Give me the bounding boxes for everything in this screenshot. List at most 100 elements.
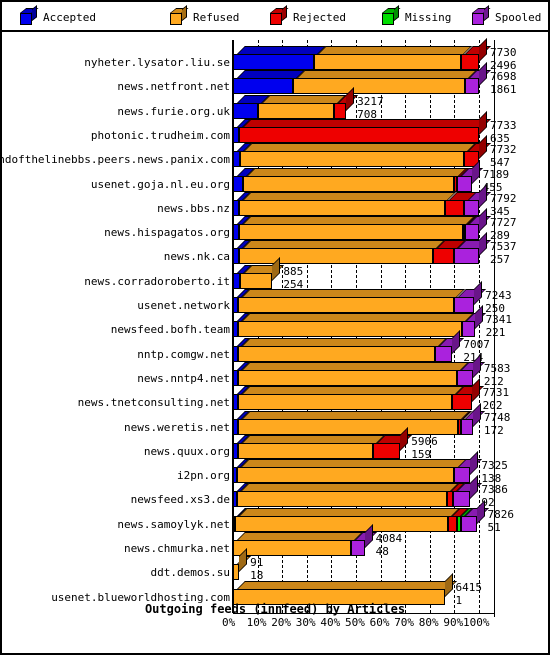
- bar-segment-rejected: [238, 126, 479, 143]
- bar-value-labels: 7727 289: [490, 217, 517, 241]
- bar-total-value: 7748: [483, 410, 511, 424]
- bar-segment-accepted: [233, 78, 293, 95]
- bar-segment-top: [237, 46, 327, 54]
- bar-value-labels: 7732 547: [490, 144, 517, 168]
- x-axis-tick: 90%: [443, 616, 464, 629]
- bar-secondary-value: 1861: [490, 83, 517, 97]
- bar-secondary-value: 51: [487, 520, 501, 534]
- bar-segment-refused: [237, 442, 374, 459]
- bar-segment-top: [243, 240, 446, 249]
- bar-segment-spooled: [454, 467, 471, 484]
- bar-segment-top: [242, 313, 475, 322]
- bar-value-labels: 91 18: [250, 557, 263, 581]
- x-axis-tick: 20%: [271, 616, 292, 629]
- bar-value-labels: 7792 345: [490, 193, 517, 217]
- bar-secondary-value: 92: [481, 496, 495, 510]
- bar-segment-refused: [238, 297, 454, 313]
- bar-value-labels: 7826 51: [488, 509, 515, 533]
- bar-segment-refused: [314, 54, 461, 70]
- bar-value-labels: 7583 212: [484, 363, 511, 387]
- bar-segment-top: [241, 434, 386, 443]
- y-axis-label: news.netfront.net: [117, 80, 230, 94]
- bar-segment-top: [241, 386, 464, 395]
- bar-segment-rejected: [460, 54, 479, 70]
- bar-segment-top: [246, 167, 467, 176]
- bar-segment-refused: [239, 199, 445, 216]
- bar-segment-top: [239, 507, 461, 516]
- legend-label: Missing: [405, 10, 452, 24]
- legend-item-spooled: Spooled: [472, 5, 541, 27]
- bar-total-value: 7007: [463, 337, 490, 351]
- bar-segment-side: [470, 451, 479, 476]
- bar-value-labels: 7731 202: [483, 387, 510, 411]
- bar-value-labels: 885 254: [283, 266, 303, 290]
- bar-segment-refused: [236, 491, 448, 508]
- bar-segment-top: [237, 70, 305, 79]
- x-axis-tick: 10%: [246, 616, 267, 629]
- y-axis-label: news.corradoroberto.it: [84, 274, 230, 288]
- bar-segment-refused: [233, 540, 352, 556]
- y-axis-label: news.nntp4.net: [137, 371, 230, 385]
- bar-segment-refused: [235, 515, 449, 532]
- bar-segment-accepted: [233, 54, 315, 70]
- bar-total-value: 91: [250, 556, 264, 570]
- bar-total-value: 5906: [411, 434, 438, 448]
- x-axis-tick: 40%: [320, 616, 341, 629]
- bar-segment-side: [479, 208, 487, 233]
- bar-segment-accepted: [233, 151, 241, 168]
- bar-segment-refused: [237, 394, 452, 411]
- x-axis-tick: 30%: [295, 616, 316, 629]
- bar-segment-spooled: [464, 199, 479, 216]
- bar-value-labels: 7698 1861: [490, 71, 517, 95]
- bar-segment-top: [240, 459, 467, 468]
- bar-segment-top: [241, 410, 471, 419]
- bar-total-value: 7698: [490, 70, 517, 84]
- bar-secondary-value: 18: [250, 569, 264, 583]
- bar-total-value: 7733: [490, 118, 517, 132]
- bar-value-labels: 5906 159: [411, 436, 438, 460]
- cube-icon: [382, 5, 401, 25]
- bar-segment-refused: [239, 224, 464, 241]
- bar-total-value: 7731: [482, 386, 510, 400]
- bar-segment-side: [479, 110, 487, 135]
- bar-segment-top: [243, 216, 476, 225]
- bar-segment-side: [479, 135, 487, 160]
- bar-secondary-value: 48: [375, 545, 389, 558]
- bar-segment-refused: [292, 78, 465, 95]
- bar-secondary-value: 708: [357, 107, 378, 121]
- bar-segment-refused: [237, 369, 457, 386]
- bar-segment-side: [479, 38, 487, 62]
- chart-window: Accepted Refused Rejected Missing Spooled 0%…: [0, 0, 550, 655]
- bar-total-value: 7243: [485, 289, 512, 302]
- bar-total-value: 7189: [482, 167, 510, 181]
- bar-segment-spooled: [456, 369, 473, 386]
- bar-segment-refused: [242, 175, 455, 192]
- y-axis-label: newsfeed.bofh.team: [110, 323, 230, 337]
- bar-segment-refused: [240, 272, 273, 289]
- y-axis-label: news.bbs.nz: [157, 201, 230, 215]
- bar-segment-spooled: [453, 297, 475, 313]
- y-axis-label: news.weretis.net: [124, 420, 230, 434]
- cube-icon: [20, 5, 39, 25]
- bar-segment-refused: [239, 248, 434, 265]
- y-axis-label: photonic.trudheim.com: [90, 128, 230, 142]
- legend-label: Rejected: [293, 10, 346, 24]
- bar-value-labels: 4084 48: [376, 533, 403, 557]
- bar-segment-top: [318, 46, 473, 54]
- bar-secondary-value: 221: [485, 326, 506, 340]
- bar-segment-top: [261, 94, 346, 103]
- bar-segment-top: [242, 289, 466, 297]
- x-axis-tick: 60%: [369, 616, 390, 629]
- bar-value-labels: 7325 138: [481, 460, 508, 484]
- bar-total-value: 7792: [490, 191, 517, 205]
- bar-segment-side: [444, 572, 453, 597]
- bar-secondary-value: 202: [482, 399, 503, 413]
- legend-label: Accepted: [43, 10, 96, 24]
- chart-title: Outgoing feeds (innfeed) by Articles: [144, 602, 406, 616]
- x-axis-tick: 0%: [222, 616, 236, 629]
- x-axis-tick: 100%: [463, 616, 490, 629]
- y-axis-label: ddt.demos.su: [150, 566, 230, 580]
- bar-segment-accepted: [233, 175, 243, 192]
- bar-segment-rejected: [373, 442, 401, 459]
- bar-segment-top: [237, 580, 457, 589]
